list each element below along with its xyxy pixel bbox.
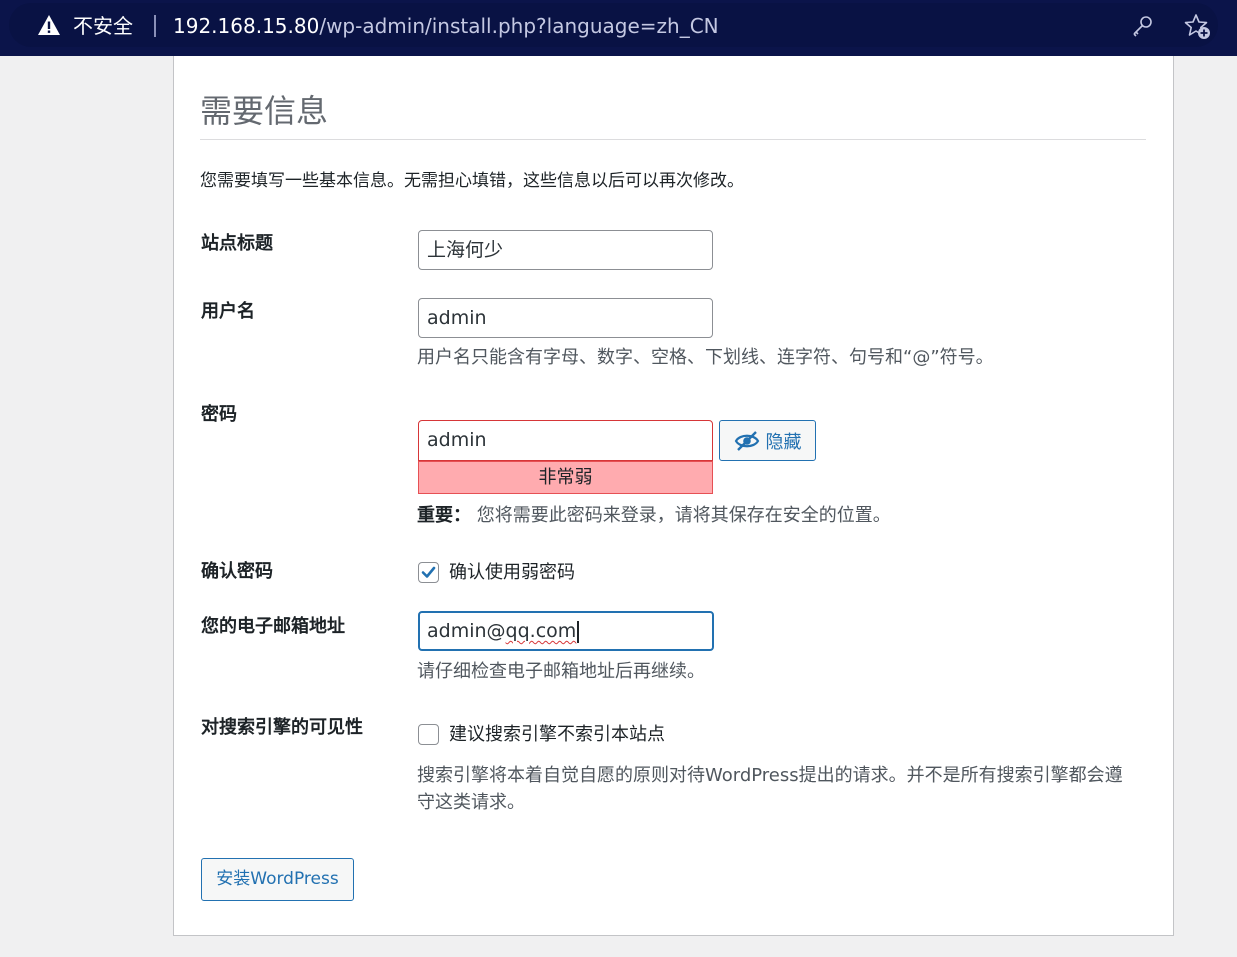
important-text: 您将需要此密码来登录，请将其保存在安全的位置。 xyxy=(476,505,891,526)
hide-password-button[interactable]: 隐藏 xyxy=(719,420,816,461)
email-label: 您的电子邮箱地址 xyxy=(201,616,345,637)
intro-text: 您需要填写一些基本信息。无需担心填错，这些信息以后可以再次修改。 xyxy=(200,171,744,191)
url-path: /wp-admin/install.php?language=zh_CN xyxy=(319,14,719,38)
confirm-weak-password-checkbox[interactable] xyxy=(418,562,439,583)
search-visibility-description: 搜索引擎将本着自觉自愿的原则对待WordPress提出的请求。并不是所有搜索引擎… xyxy=(417,765,1123,813)
email-hint: 请仔细检查电子邮箱地址后再继续。 xyxy=(417,661,705,682)
discourage-search-label[interactable]: 建议搜索引擎不索引本站点 xyxy=(449,722,665,748)
title-divider xyxy=(200,139,1146,140)
text-caret xyxy=(577,620,580,643)
checkmark-icon xyxy=(421,566,436,578)
browser-toolbar: 不安全 192.168.15.80/wp-admin/install.php?l… xyxy=(0,0,1237,56)
url-host: 192.168.15.80 xyxy=(173,14,320,38)
key-icon[interactable] xyxy=(1131,15,1153,37)
discourage-search-checkbox[interactable] xyxy=(418,724,439,745)
warning-icon[interactable] xyxy=(37,14,61,36)
security-status[interactable]: 不安全 xyxy=(73,14,133,38)
email-value-spellcheck: qq.com xyxy=(505,620,577,642)
site-title-input[interactable]: 上海何少 xyxy=(418,230,713,270)
username-input[interactable]: admin xyxy=(418,298,713,338)
url-text[interactable]: 192.168.15.80/wp-admin/install.php?langu… xyxy=(173,14,719,38)
password-input[interactable]: admin xyxy=(418,420,713,461)
hide-button-label: 隐藏 xyxy=(765,431,802,453)
email-input[interactable]: admin@qq.com xyxy=(418,611,714,651)
eye-slash-icon xyxy=(734,430,759,451)
install-wordpress-button[interactable]: 安装WordPress xyxy=(201,858,354,901)
important-label: 重要： xyxy=(417,505,471,526)
search-visibility-label: 对搜索引擎的可见性 xyxy=(201,717,363,738)
url-separator xyxy=(154,15,156,37)
password-important-note: 重要： 您将需要此密码来登录，请将其保存在安全的位置。 xyxy=(417,503,891,529)
email-value-prefix: admin@ xyxy=(427,620,506,642)
password-strength-indicator: 非常弱 xyxy=(418,461,713,494)
username-label: 用户名 xyxy=(201,301,255,322)
address-bar[interactable]: 不安全 192.168.15.80/wp-admin/install.php?l… xyxy=(9,3,1218,47)
confirm-password-label: 确认密码 xyxy=(201,561,273,582)
password-label: 密码 xyxy=(201,404,237,425)
page-title: 需要信息 xyxy=(200,92,329,130)
username-hint: 用户名只能含有字母、数字、空格、下划线、连字符、句号和“@”符号。 xyxy=(417,347,994,368)
confirm-weak-password-label[interactable]: 确认使用弱密码 xyxy=(449,560,575,586)
site-title-label: 站点标题 xyxy=(201,233,273,254)
add-favorite-icon[interactable] xyxy=(1184,13,1212,41)
